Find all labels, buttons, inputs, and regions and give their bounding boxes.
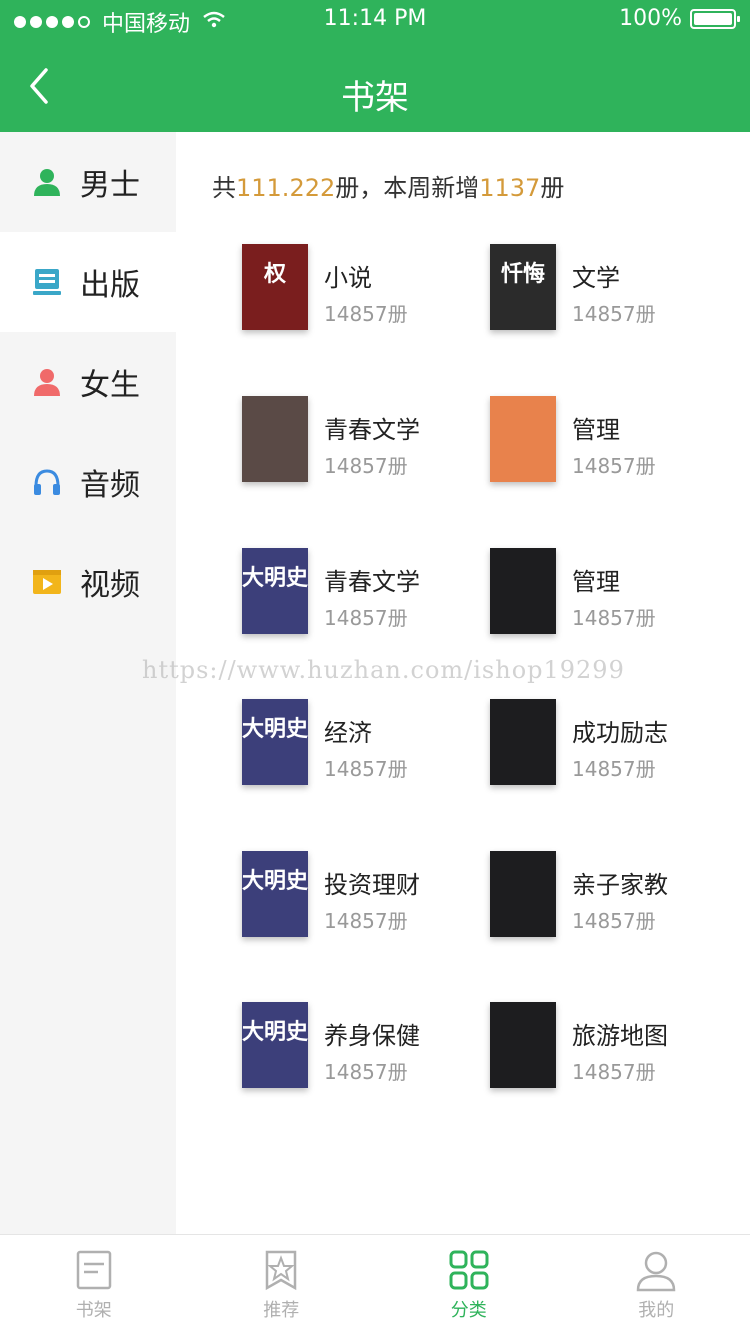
category-count: 14857册 bbox=[324, 1060, 408, 1084]
sidebar-item-label: 视频 bbox=[80, 568, 140, 603]
category-item[interactable]: 旅游地图 14857册 bbox=[490, 1002, 720, 1102]
summary-middle: 册，本周新增 bbox=[335, 174, 480, 202]
category-name: 旅游地图 bbox=[572, 1022, 668, 1050]
category-name: 青春文学 bbox=[324, 416, 420, 444]
tab-bookshelf[interactable]: 书架 bbox=[0, 1235, 188, 1334]
book-cover bbox=[242, 396, 308, 482]
category-item[interactable]: 权 小说 14857册 bbox=[242, 244, 472, 344]
watermark: https://www.huzhan.com/ishop19299 bbox=[142, 656, 625, 684]
tab-label: 推荐 bbox=[263, 1299, 300, 1321]
category-name: 成功励志 bbox=[572, 719, 668, 747]
star-icon bbox=[266, 1250, 297, 1290]
category-item[interactable]: 亲子家教 14857册 bbox=[490, 851, 720, 951]
sidebar-item-video[interactable]: 视频 bbox=[0, 532, 176, 632]
tab-label: 分类 bbox=[450, 1299, 487, 1321]
category-count: 14857册 bbox=[572, 909, 656, 933]
summary-suffix: 册 bbox=[540, 174, 565, 202]
category-count: 14857册 bbox=[324, 757, 408, 781]
category-item[interactable]: 大明史 养身保健 14857册 bbox=[242, 1002, 472, 1102]
header: 中国移动 11:14 PM 100% 书架 bbox=[0, 0, 750, 132]
category-name: 文学 bbox=[572, 264, 620, 292]
book-cover bbox=[490, 396, 556, 482]
sidebar-item-audio[interactable]: 音频 bbox=[0, 432, 176, 532]
category-count: 14857册 bbox=[572, 606, 656, 630]
category-count: 14857册 bbox=[572, 302, 656, 326]
book-cover: 权 bbox=[242, 244, 308, 330]
category-name: 亲子家教 bbox=[572, 871, 668, 899]
cover-title: 大明史 bbox=[242, 565, 308, 591]
battery-percent: 100% bbox=[619, 6, 682, 31]
tab-label: 我的 bbox=[638, 1299, 675, 1321]
category-name: 养身保健 bbox=[324, 1022, 420, 1050]
category-count: 14857册 bbox=[572, 454, 656, 478]
sidebar-item-label: 女生 bbox=[80, 368, 140, 403]
category-count: 14857册 bbox=[572, 1060, 656, 1084]
summary-prefix: 共 bbox=[212, 174, 236, 202]
book-cover bbox=[490, 1002, 556, 1088]
battery: 100% bbox=[619, 6, 740, 31]
category-count: 14857册 bbox=[324, 909, 408, 933]
category-count: 14857册 bbox=[324, 302, 408, 326]
page-title: 书架 bbox=[341, 78, 409, 118]
category-count: 14857册 bbox=[324, 454, 408, 478]
book-cover: 大明史 bbox=[242, 699, 308, 785]
person-icon bbox=[30, 365, 64, 399]
new-count: 1137 bbox=[479, 174, 541, 202]
category-item[interactable]: 大明史 投资理财 14857册 bbox=[242, 851, 472, 951]
profile-icon bbox=[636, 1251, 676, 1291]
sidebar-item-men[interactable]: 男士 bbox=[0, 132, 176, 232]
sidebar-item-women[interactable]: 女生 bbox=[0, 332, 176, 432]
video-icon bbox=[30, 565, 64, 599]
battery-icon bbox=[690, 8, 740, 29]
tab-category[interactable]: 分类 bbox=[375, 1235, 563, 1334]
sidebar-item-label: 出版 bbox=[80, 268, 140, 303]
book-count-summary: 共111.222册，本周新增1137册 bbox=[212, 168, 564, 203]
tab-recommend[interactable]: 推荐 bbox=[188, 1235, 376, 1334]
book-cover bbox=[490, 851, 556, 937]
book-cover: 大明史 bbox=[242, 548, 308, 634]
category-item[interactable]: 管理 14857册 bbox=[490, 396, 720, 496]
book-cover bbox=[490, 548, 556, 634]
book-cover: 忏悔 bbox=[490, 244, 556, 330]
category-name: 小说 bbox=[324, 264, 372, 292]
category-item[interactable]: 大明史 经济 14857册 bbox=[242, 699, 472, 799]
tab-bar: 书架 推荐 分类 我的 bbox=[0, 1234, 750, 1334]
book-cover: 大明史 bbox=[242, 1002, 308, 1088]
category-count: 14857册 bbox=[324, 606, 408, 630]
publish-icon bbox=[30, 265, 64, 299]
cover-title: 忏悔 bbox=[500, 261, 545, 287]
category-item[interactable]: 大明史 青春文学 14857册 bbox=[242, 548, 472, 648]
category-name: 青春文学 bbox=[324, 568, 420, 596]
category-item[interactable]: 忏悔 文学 14857册 bbox=[490, 244, 720, 344]
book-cover: 大明史 bbox=[242, 851, 308, 937]
tab-label: 书架 bbox=[75, 1299, 112, 1321]
person-icon bbox=[30, 165, 64, 199]
category-name: 经济 bbox=[324, 719, 372, 747]
book-cover bbox=[490, 699, 556, 785]
status-bar: 中国移动 11:14 PM 100% bbox=[0, 0, 750, 40]
cover-title: 大明史 bbox=[242, 716, 308, 742]
sidebar-item-publishing[interactable]: 出版 bbox=[0, 232, 176, 332]
category-name: 管理 bbox=[572, 568, 620, 596]
nav-bar: 书架 bbox=[0, 40, 750, 132]
cover-title: 大明史 bbox=[242, 868, 308, 894]
category-count: 14857册 bbox=[572, 757, 656, 781]
category-name: 管理 bbox=[572, 416, 620, 444]
tab-profile[interactable]: 我的 bbox=[563, 1235, 750, 1334]
category-name: 投资理财 bbox=[324, 871, 420, 899]
cover-title: 大明史 bbox=[242, 1019, 308, 1045]
category-item[interactable]: 成功励志 14857册 bbox=[490, 699, 720, 799]
category-icon bbox=[449, 1250, 489, 1289]
cover-title: 权 bbox=[263, 261, 286, 287]
total-count: 111.222 bbox=[236, 174, 336, 202]
bookshelf-icon bbox=[76, 1250, 111, 1289]
headphones-icon bbox=[30, 465, 64, 499]
sidebar-item-label: 男士 bbox=[80, 168, 140, 203]
sidebar-item-label: 音频 bbox=[80, 468, 140, 503]
category-item[interactable]: 管理 14857册 bbox=[490, 548, 720, 648]
category-item[interactable]: 青春文学 14857册 bbox=[242, 396, 472, 496]
